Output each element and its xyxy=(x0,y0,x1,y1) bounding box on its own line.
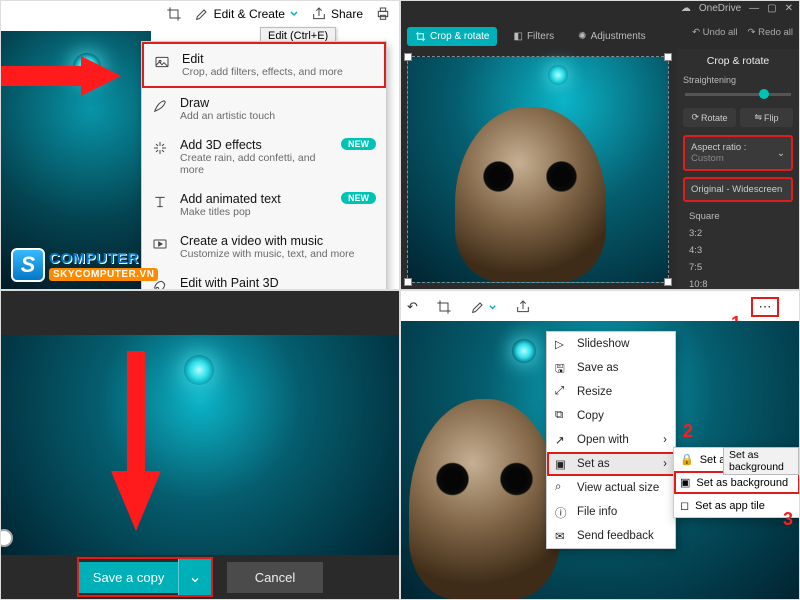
submenu-app-tile[interactable]: ◻Set as app tile xyxy=(674,494,800,517)
redo-all-button[interactable]: ↷ Redo all xyxy=(748,27,793,38)
info-icon: ⓘ xyxy=(555,505,569,519)
menu-copy[interactable]: ⧉Copy xyxy=(547,404,675,428)
new-badge: NEW xyxy=(341,138,376,150)
step-number: 2 xyxy=(683,421,693,442)
context-menu: ▷Slideshow 🖫Save as ⤢Resize ⧉Copy ↗Open … xyxy=(546,331,676,549)
save-copy-button[interactable]: Save a copy⌄ xyxy=(77,557,213,597)
step-number: 3 xyxy=(783,509,793,530)
aspect-option[interactable]: 7:5 xyxy=(683,259,793,276)
crop-sidebar: Crop & rotate Straightening ⟳ Rotate ⇋ F… xyxy=(677,49,799,289)
crop-handle[interactable] xyxy=(664,278,672,286)
chevron-down-icon[interactable]: ⌄ xyxy=(178,559,210,595)
cancel-button[interactable]: Cancel xyxy=(227,562,323,593)
chevron-down-icon: ⌄ xyxy=(777,148,785,159)
pen-icon xyxy=(152,98,170,116)
save-icon: 🖫 xyxy=(555,361,569,375)
red-arrow-icon xyxy=(1,56,121,96)
image-content xyxy=(455,107,606,283)
rotate-button[interactable]: ⟳ Rotate xyxy=(683,108,736,127)
undo-icon[interactable]: ↶ xyxy=(407,299,418,315)
straighten-slider[interactable] xyxy=(685,93,791,96)
share-icon[interactable] xyxy=(515,299,531,315)
open-icon: ↗ xyxy=(555,433,569,447)
zoom-icon: ⌕ xyxy=(555,481,569,495)
edit-icon[interactable] xyxy=(470,299,497,315)
lock-icon: 🔒 xyxy=(680,453,694,466)
crop-icon[interactable] xyxy=(436,299,452,315)
menu-file-info[interactable]: ⓘFile info xyxy=(547,500,675,524)
menu-animated-text[interactable]: Add animated textMake titles popNEW xyxy=(142,184,386,226)
print-icon[interactable] xyxy=(375,6,391,22)
adjustments-tab[interactable]: ✺ Adjustments xyxy=(570,27,653,46)
text-icon xyxy=(152,194,170,212)
tile-icon: ◻ xyxy=(680,499,689,512)
aspect-option[interactable]: 10:8 xyxy=(683,276,793,290)
menu-open-with[interactable]: ↗Open with› xyxy=(547,428,675,452)
chevron-right-icon: › xyxy=(663,434,667,446)
watermark-logo: SCOMPUTERSKYCOMPUTER.VN xyxy=(11,248,191,282)
aspect-ratio-dropdown[interactable]: Aspect ratio : Custom⌄ xyxy=(683,135,793,171)
sparkle-icon xyxy=(152,140,170,158)
image-icon xyxy=(154,54,172,72)
resize-icon: ⤢ xyxy=(555,385,569,399)
menu-resize[interactable]: ⤢Resize xyxy=(547,380,675,404)
new-badge: NEW xyxy=(341,192,376,204)
crop-handle[interactable] xyxy=(664,53,672,61)
ellipsis-icon: ⋯ xyxy=(759,299,772,315)
copy-icon: ⧉ xyxy=(555,409,569,423)
menu-slideshow[interactable]: ▷Slideshow xyxy=(547,332,675,356)
red-arrow-down-icon xyxy=(111,351,161,531)
play-icon: ▷ xyxy=(555,337,569,351)
crop-rotate-tab[interactable]: Crop & rotate xyxy=(407,27,497,46)
menu-send-feedback[interactable]: ✉Send feedback xyxy=(547,524,675,548)
close-button[interactable]: ✕ xyxy=(785,3,793,14)
menu-save-as[interactable]: 🖫Save as xyxy=(547,356,675,380)
share-button[interactable]: Share xyxy=(311,6,363,22)
image-content xyxy=(409,399,560,599)
crop-icon[interactable] xyxy=(166,6,182,22)
minimize-button[interactable]: — xyxy=(749,3,759,14)
aspect-original[interactable]: Original - Widescreen xyxy=(683,177,793,202)
image-icon: ▣ xyxy=(555,457,569,471)
feedback-icon: ✉ xyxy=(555,529,569,543)
crop-canvas[interactable] xyxy=(407,56,669,283)
crop-handle[interactable] xyxy=(404,278,412,286)
desktop-icon: ▣ xyxy=(680,476,690,489)
aspect-option[interactable]: 3:2 xyxy=(683,225,793,242)
menu-set-as[interactable]: ▣Set as› xyxy=(547,452,675,476)
straighten-label: Straightening xyxy=(683,75,793,85)
aspect-option[interactable]: 4:3 xyxy=(683,242,793,259)
menu-draw[interactable]: DrawAdd an artistic touch xyxy=(142,88,386,130)
undo-all-button[interactable]: ↶ Undo all xyxy=(692,27,737,38)
image-preview xyxy=(1,335,399,555)
app-title: OneDrive xyxy=(699,3,741,14)
aspect-square[interactable]: Square xyxy=(683,208,793,225)
chevron-right-icon: › xyxy=(663,458,667,470)
more-button[interactable]: ⋯ xyxy=(751,297,779,317)
maximize-button[interactable]: ▢ xyxy=(767,3,776,14)
edit-create-button[interactable]: Edit & Create xyxy=(194,6,299,22)
cloud-icon: ☁ xyxy=(681,3,691,14)
flip-button[interactable]: ⇋ Flip xyxy=(740,108,793,127)
sidebar-header: Crop & rotate xyxy=(683,55,793,67)
hover-tooltip: Set as background xyxy=(723,447,799,475)
menu-3d-effects[interactable]: Add 3D effectsCreate rain, add confetti,… xyxy=(142,130,386,184)
menu-actual-size[interactable]: ⌕View actual size xyxy=(547,476,675,500)
menu-edit[interactable]: EditCrop, add filters, effects, and more xyxy=(142,42,386,88)
filters-tab[interactable]: ◧ Filters xyxy=(505,27,562,46)
crop-handle[interactable] xyxy=(404,53,412,61)
